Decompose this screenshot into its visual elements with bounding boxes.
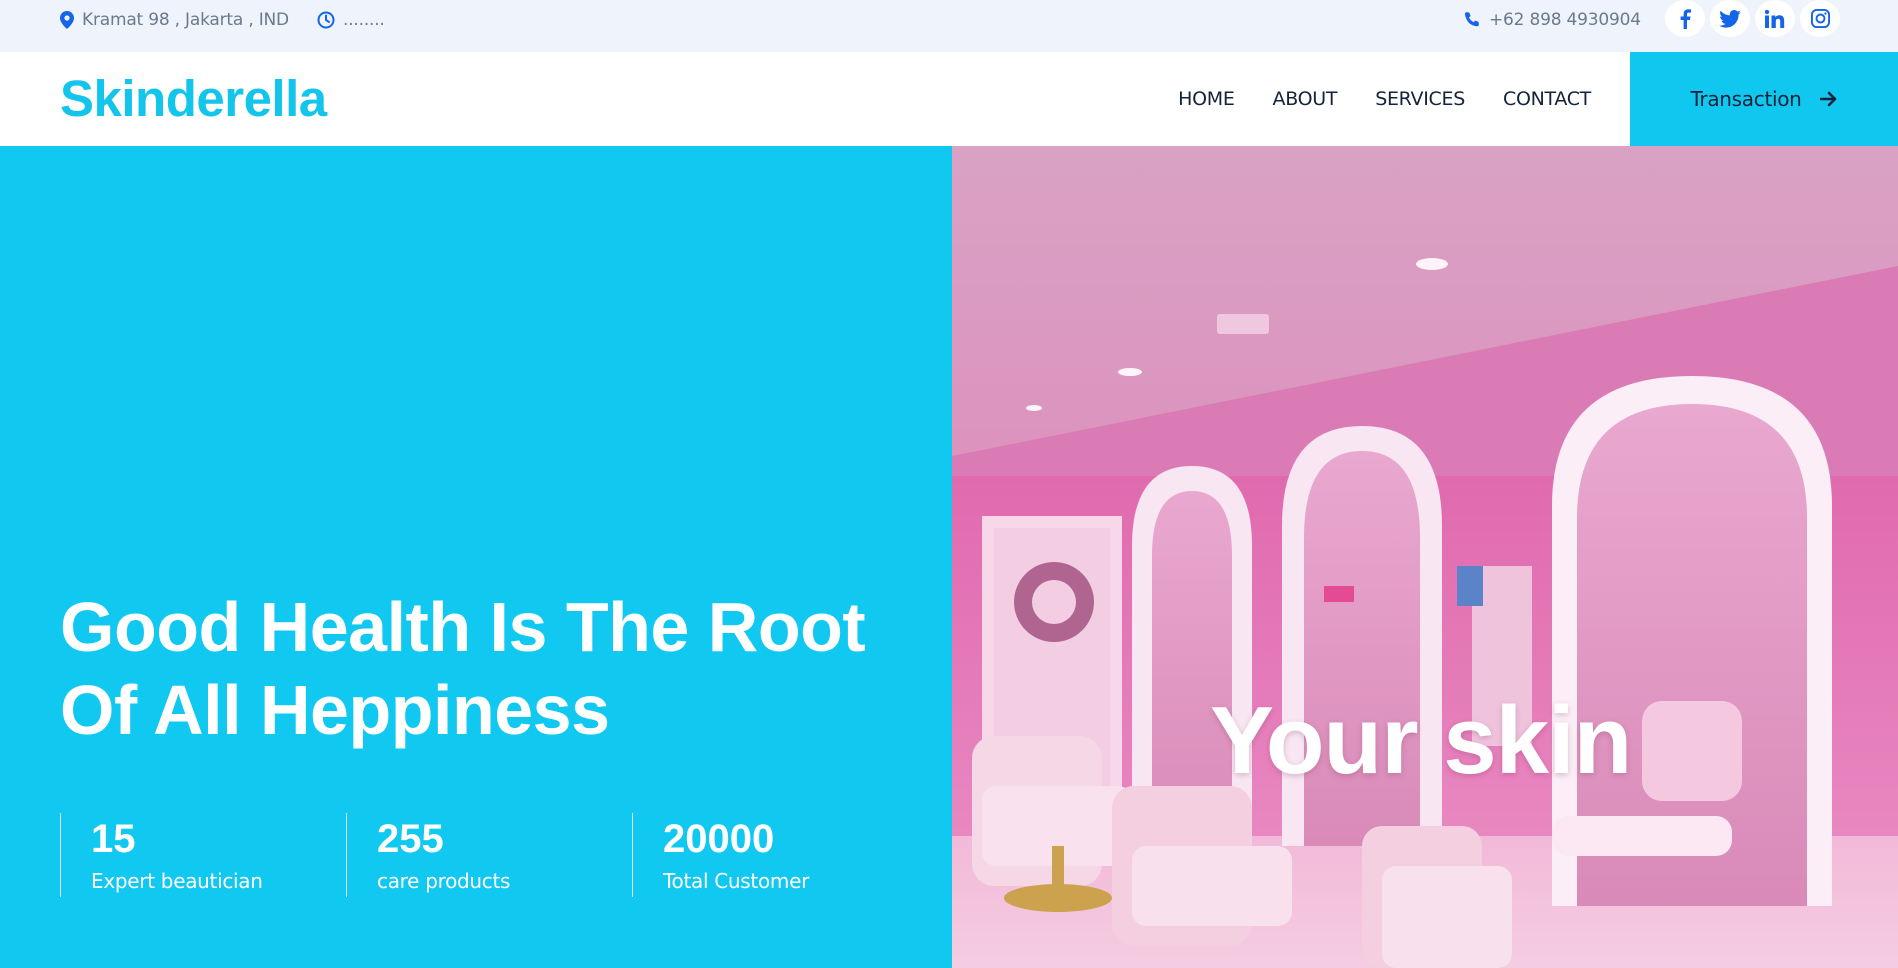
twitter-icon bbox=[1719, 9, 1741, 28]
phone-icon bbox=[1464, 12, 1479, 27]
nav-menu: HOME ABOUT SERVICES CONTACT bbox=[1140, 52, 1591, 146]
stats-row: 15 Expert beautician 255 care products 2… bbox=[60, 813, 918, 897]
stat-value: 255 bbox=[377, 817, 444, 861]
transaction-button-label: Transaction bbox=[1690, 87, 1802, 111]
brand-logo[interactable]: Skinderella bbox=[60, 69, 327, 128]
instagram-icon bbox=[1810, 9, 1830, 28]
stat-value: 15 bbox=[91, 817, 136, 861]
stat-products: 255 care products bbox=[346, 813, 632, 897]
address-info: Kramat 98 , Jakarta , IND bbox=[60, 0, 289, 40]
phone-text: +62 898 4930904 bbox=[1489, 10, 1641, 30]
facebook-link[interactable] bbox=[1665, 0, 1705, 37]
social-links bbox=[1665, 0, 1845, 37]
stat-label: Expert beautician bbox=[91, 869, 263, 893]
clock-icon bbox=[317, 11, 335, 29]
hero-left-panel: Good Health Is The Root Of All Heppiness… bbox=[0, 146, 952, 968]
nav-about[interactable]: ABOUT bbox=[1273, 88, 1338, 110]
stat-label: Total Customer bbox=[663, 869, 810, 893]
hours-text: ........ bbox=[343, 10, 385, 30]
hero-heading: Good Health Is The Root Of All Heppiness bbox=[60, 586, 900, 752]
nav-services[interactable]: SERVICES bbox=[1375, 88, 1465, 110]
hero-image-caption: Your skin bbox=[1210, 687, 1632, 794]
main-navbar: Skinderella HOME ABOUT SERVICES CONTACT … bbox=[0, 52, 1898, 146]
hero-image: Your skin bbox=[952, 146, 1898, 968]
address-text: Kramat 98 , Jakarta , IND bbox=[82, 10, 289, 30]
phone-info: +62 898 4930904 bbox=[1463, 0, 1641, 40]
hours-info: ........ bbox=[317, 0, 385, 40]
stat-beauticians: 15 Expert beautician bbox=[60, 813, 346, 897]
nav-home[interactable]: HOME bbox=[1178, 88, 1235, 110]
hero-heading-line-1: Good Health Is The Root bbox=[60, 588, 866, 666]
top-info-bar: Kramat 98 , Jakarta , IND ........ +62 8… bbox=[0, 0, 1898, 52]
salon-interior-photo bbox=[952, 146, 1898, 968]
nav-contact[interactable]: CONTACT bbox=[1503, 88, 1591, 110]
twitter-link[interactable] bbox=[1710, 0, 1750, 37]
arrow-right-icon bbox=[1819, 91, 1836, 107]
facebook-icon bbox=[1680, 8, 1691, 29]
linkedin-link[interactable] bbox=[1755, 0, 1795, 37]
location-pin-icon bbox=[60, 11, 74, 29]
instagram-link[interactable] bbox=[1800, 0, 1840, 37]
stat-label: care products bbox=[377, 869, 511, 893]
hero-heading-line-2: Of All Heppiness bbox=[60, 671, 610, 749]
stat-value: 20000 bbox=[663, 817, 775, 861]
stat-customers: 20000 Total Customer bbox=[632, 813, 918, 897]
linkedin-icon bbox=[1765, 9, 1785, 28]
transaction-button[interactable]: Transaction bbox=[1630, 52, 1898, 146]
